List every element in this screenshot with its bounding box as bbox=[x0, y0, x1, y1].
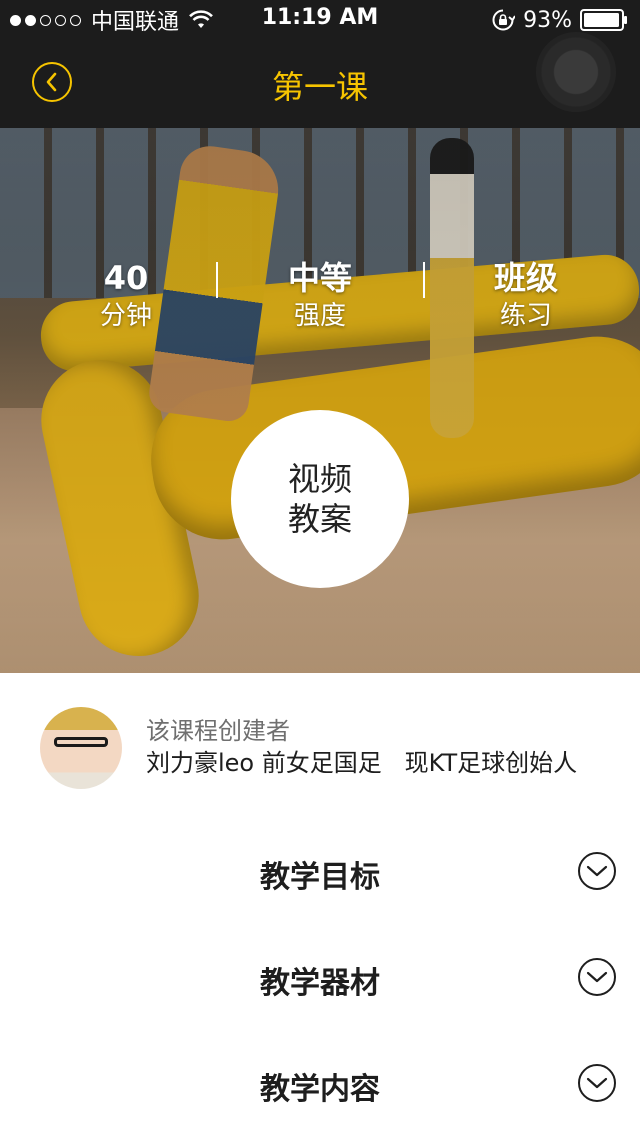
stat-label: 练习 bbox=[499, 301, 552, 331]
status-bar: 中国联通 11:19 AM 93% bbox=[0, 0, 640, 40]
stat-value: 40 bbox=[103, 259, 149, 297]
nav-bar: 第一课 bbox=[0, 32, 640, 128]
section-teaching-content[interactable]: 教学内容 bbox=[0, 1038, 640, 1128]
stat-divider bbox=[423, 262, 425, 298]
stat-type: 班级 练习 bbox=[436, 258, 616, 334]
stat-value: 中等 bbox=[287, 259, 352, 297]
stat-intensity: 中等 强度 bbox=[230, 258, 410, 334]
section-title: 教学内容 bbox=[260, 1072, 380, 1107]
expand-button[interactable] bbox=[578, 958, 616, 996]
avatar[interactable] bbox=[40, 707, 122, 789]
section-title: 教学目标 bbox=[260, 860, 380, 895]
hero-shade bbox=[0, 128, 640, 673]
assistive-touch-button[interactable] bbox=[536, 32, 616, 112]
battery-icon bbox=[580, 9, 627, 31]
stat-label: 强度 bbox=[293, 301, 346, 331]
video-plan-line1: 视频 bbox=[287, 460, 352, 498]
section-title: 教学器材 bbox=[260, 966, 380, 1001]
expand-button[interactable] bbox=[578, 852, 616, 890]
course-creator: 该课程创建者 刘力豪leo 前女足国足 现KT足球创始人 bbox=[0, 673, 640, 813]
creator-description: 刘力豪leo 前女足国足 现KT足球创始人 bbox=[146, 749, 578, 777]
section-teaching-equipment[interactable]: 教学器材 bbox=[0, 932, 640, 1022]
chevron-down-icon bbox=[586, 1077, 608, 1089]
video-plan-line2: 教案 bbox=[287, 500, 352, 538]
rotation-lock-icon bbox=[492, 9, 516, 31]
status-right: 93% bbox=[491, 6, 628, 34]
lesson-stats: 40 分钟 中等 强度 班级 练习 bbox=[0, 258, 640, 338]
stat-value: 班级 bbox=[493, 259, 558, 297]
battery-percent: 93% bbox=[523, 7, 572, 33]
stat-divider bbox=[216, 262, 218, 298]
chevron-down-icon bbox=[586, 971, 608, 983]
creator-label: 该课程创建者 bbox=[146, 717, 290, 745]
video-lesson-plan-button[interactable]: 视频 教案 bbox=[231, 410, 409, 588]
stat-label: 分钟 bbox=[99, 301, 152, 331]
section-teaching-goals[interactable]: 教学目标 bbox=[0, 826, 640, 916]
stat-duration: 40 分钟 bbox=[36, 258, 216, 334]
avatar-glasses bbox=[54, 737, 108, 747]
hero-banner: 40 分钟 中等 强度 班级 练习 视频 教案 bbox=[0, 128, 640, 673]
chevron-down-icon bbox=[586, 865, 608, 877]
expand-button[interactable] bbox=[578, 1064, 616, 1102]
